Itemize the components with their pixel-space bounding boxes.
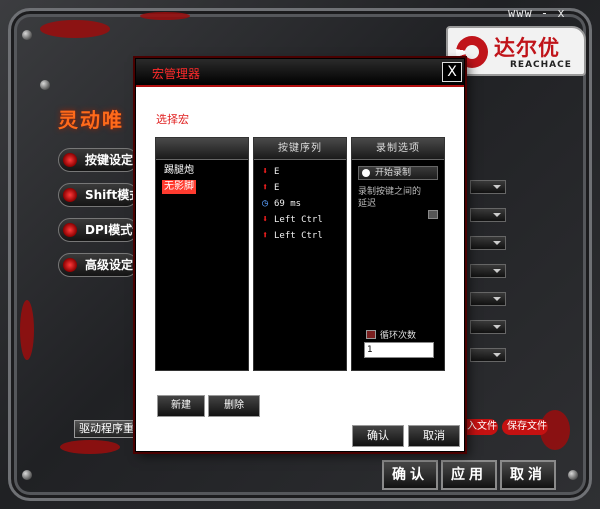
brand-logo: 达尔优 REACHACE bbox=[446, 26, 586, 76]
close-button[interactable]: X bbox=[442, 62, 462, 82]
key-dropdown[interactable] bbox=[470, 264, 506, 278]
red-splatter-decoration bbox=[140, 12, 190, 20]
bolt-icon bbox=[22, 470, 32, 480]
key-dropdown[interactable] bbox=[470, 180, 506, 194]
driver-reset-button[interactable]: 驱动程序重置 bbox=[74, 420, 136, 438]
tab-label: 按键设定 bbox=[85, 153, 134, 167]
red-splatter-decoration bbox=[20, 300, 34, 360]
record-options-panel: 录制选项 开始录制 录制按键之间的延迟 循环次数 1 bbox=[351, 137, 445, 371]
dialog-title: 宏管理器 bbox=[152, 67, 201, 81]
red-splatter-decoration bbox=[60, 440, 120, 454]
tab-advanced[interactable]: 高级设定 bbox=[58, 253, 138, 277]
sequence-item-text: E bbox=[274, 183, 280, 193]
sequence-item-text: Left Ctrl bbox=[274, 215, 323, 225]
key-dropdown[interactable] bbox=[470, 348, 506, 362]
key-down-icon: ⬇ bbox=[261, 166, 269, 177]
app-title: 灵动唯 bbox=[58, 108, 124, 132]
dialog-ok-button[interactable]: 确认 bbox=[352, 425, 404, 447]
macro-list-item[interactable]: 踢腿炮 bbox=[162, 164, 196, 178]
dialog-cancel-button[interactable]: 取消 bbox=[408, 425, 460, 447]
tab-shift-mode[interactable]: Shift模式设定 bbox=[58, 183, 138, 207]
red-splatter-decoration bbox=[40, 20, 110, 38]
macro-manager-dialog: 宏管理器 X 选择宏 踢腿炮 无影脚 按键序列 ⬇ E ⬆ E ◷ 69 ms ⬇ Le… bbox=[135, 58, 465, 452]
sequence-item[interactable]: ⬆ Left Ctrl bbox=[260, 230, 323, 244]
bolt-icon bbox=[22, 30, 32, 40]
key-sequence-panel: 按键序列 ⬇ E ⬆ E ◷ 69 ms ⬇ Left Ctrl ⬆ Left Ctrl bbox=[253, 137, 347, 371]
key-dropdown[interactable] bbox=[470, 236, 506, 250]
loop-count-input[interactable]: 1 bbox=[364, 342, 434, 358]
key-down-icon: ⬇ bbox=[261, 214, 269, 225]
bolt-icon bbox=[40, 80, 50, 90]
new-macro-button[interactable]: 新建 bbox=[157, 395, 205, 417]
key-dropdown[interactable] bbox=[470, 292, 506, 306]
logo-name: 达尔优 bbox=[494, 36, 560, 60]
sequence-item-text: 69 ms bbox=[274, 199, 302, 209]
sequence-item[interactable]: ⬇ E bbox=[260, 166, 279, 180]
sequence-item-text: E bbox=[274, 167, 280, 177]
key-dropdown[interactable] bbox=[470, 320, 506, 334]
tab-label: Shift模式设定 bbox=[85, 188, 137, 202]
cancel-button[interactable]: 取消 bbox=[500, 460, 556, 490]
macro-list-header bbox=[156, 138, 248, 160]
record-options-header: 录制选项 bbox=[352, 138, 444, 160]
start-record-button[interactable]: 开始录制 bbox=[358, 166, 438, 180]
delete-macro-button[interactable]: 删除 bbox=[208, 395, 260, 417]
macro-list-panel: 踢腿炮 无影脚 bbox=[155, 137, 249, 371]
macro-list-item-selected[interactable]: 无影脚 bbox=[162, 180, 196, 194]
record-delay-label: 录制按键之间的延迟 bbox=[358, 187, 422, 209]
sequence-item[interactable]: ◷ 69 ms bbox=[260, 198, 301, 212]
key-sequence-header: 按键序列 bbox=[254, 138, 346, 160]
loop-count-checkbox[interactable] bbox=[366, 330, 376, 339]
sequence-item[interactable]: ⬆ E bbox=[260, 182, 279, 196]
loop-count-label: 循环次数 bbox=[380, 331, 417, 341]
save-file-button[interactable]: 保存文件 bbox=[502, 419, 548, 435]
tab-key-settings[interactable]: 按键设定 bbox=[58, 148, 138, 172]
sequence-item[interactable]: ⬇ Left Ctrl bbox=[260, 214, 323, 228]
delay-clock-icon: ◷ bbox=[261, 198, 269, 209]
tab-label: DPI模式设定 bbox=[85, 223, 137, 237]
bolt-icon bbox=[568, 470, 578, 480]
logo-subtitle: REACHACE bbox=[510, 60, 572, 70]
tab-label: 高级设定 bbox=[85, 258, 134, 272]
tab-dpi-mode[interactable]: DPI模式设定 bbox=[58, 218, 138, 242]
key-up-icon: ⬆ bbox=[261, 230, 269, 241]
key-up-icon: ⬆ bbox=[261, 182, 269, 193]
sequence-item-text: Left Ctrl bbox=[274, 231, 323, 241]
key-dropdown[interactable] bbox=[470, 208, 506, 222]
window-controls[interactable]: www - x bbox=[508, 6, 566, 20]
confirm-button[interactable]: 确认 bbox=[382, 460, 438, 490]
select-macro-label: 选择宏 bbox=[156, 113, 189, 126]
apply-button[interactable]: 应用 bbox=[441, 460, 497, 490]
dialog-titlebar[interactable]: 宏管理器 X bbox=[136, 59, 464, 87]
record-delay-checkbox[interactable] bbox=[428, 210, 438, 219]
